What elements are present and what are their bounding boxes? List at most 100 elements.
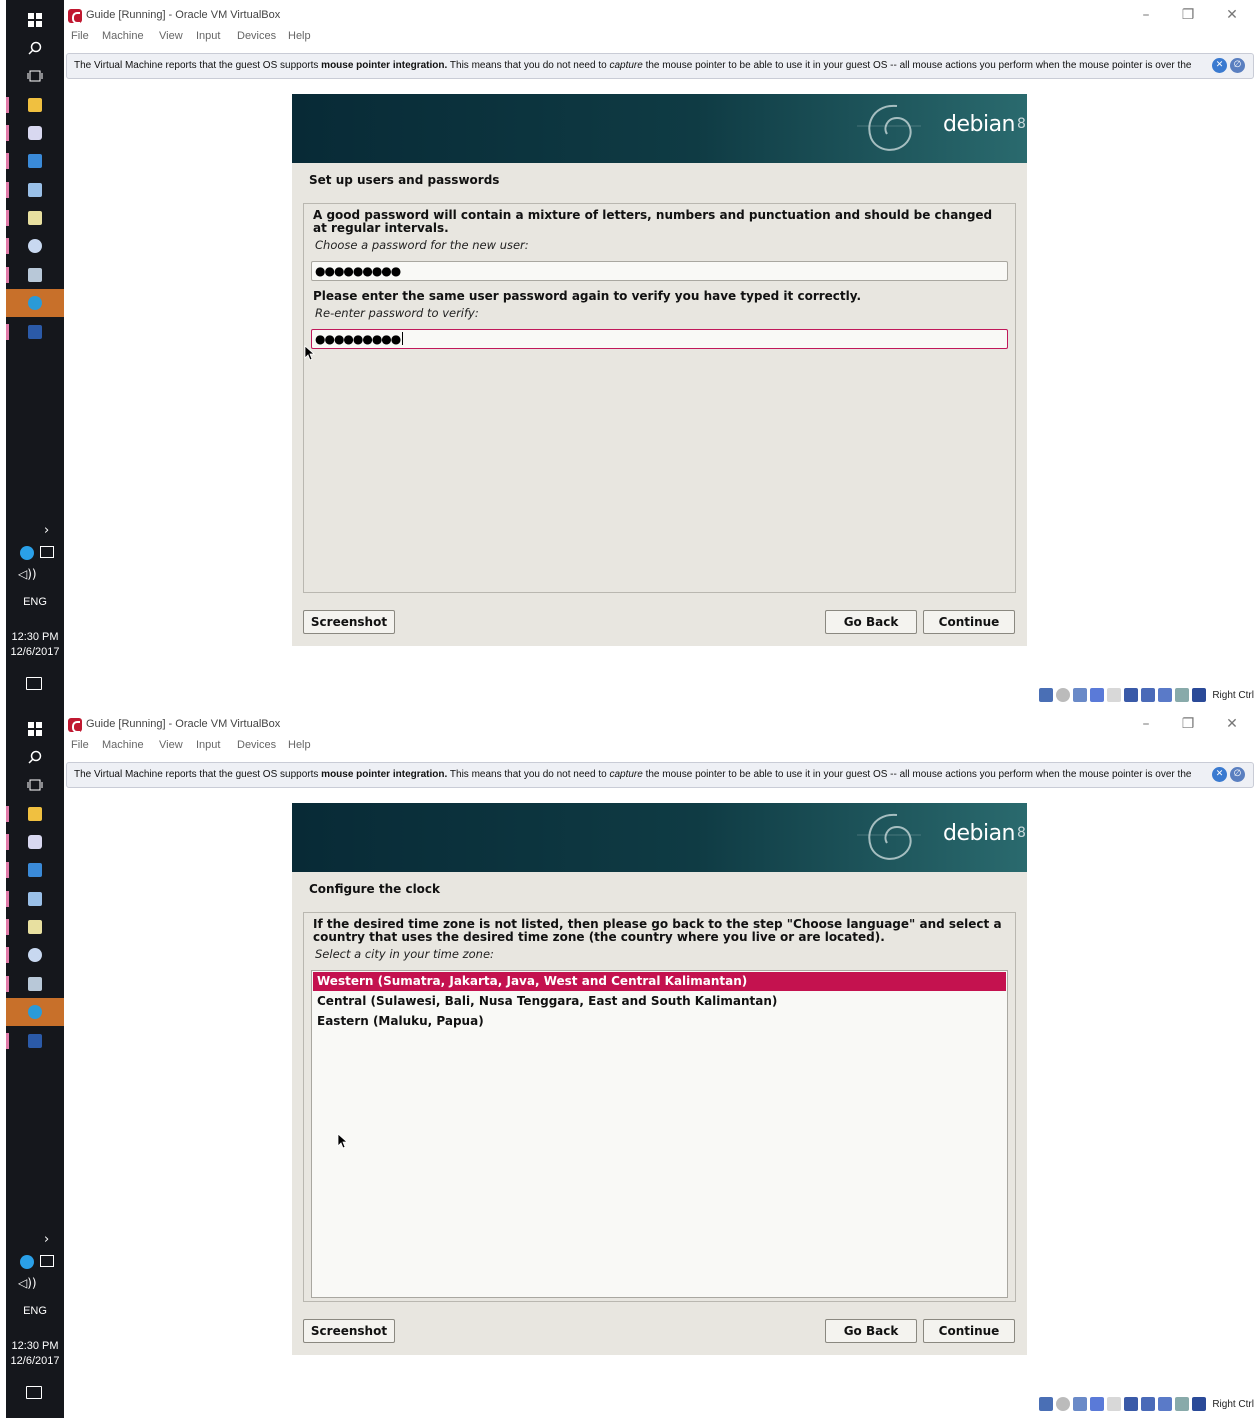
- notice-close-icon[interactable]: ∅: [1230, 58, 1245, 73]
- password-field[interactable]: ●●●●●●●●●: [311, 261, 1008, 281]
- chevron-right-icon[interactable]: ›: [44, 523, 49, 538]
- clock-time[interactable]: 12:30 PM: [6, 630, 64, 645]
- windows-start-icon[interactable]: [6, 715, 64, 743]
- vm-icon[interactable]: [6, 970, 64, 998]
- restore-button[interactable]: ❐: [1178, 6, 1198, 24]
- vm-status-tray: Right Ctrl: [1039, 686, 1254, 704]
- mouse-integration-icon[interactable]: [1192, 1397, 1207, 1411]
- chevron-right-icon[interactable]: ›: [44, 1232, 49, 1247]
- language-indicator[interactable]: ENG: [6, 595, 64, 610]
- display-status-icon[interactable]: [1124, 688, 1139, 702]
- network-icon[interactable]: [20, 546, 34, 560]
- search-icon[interactable]: [6, 743, 64, 771]
- volume-icon[interactable]: ◁)): [18, 1276, 37, 1290]
- volume-icon[interactable]: ◁)): [18, 567, 37, 581]
- control-panel-icon[interactable]: [6, 147, 64, 175]
- audio-icon[interactable]: [1107, 1397, 1122, 1411]
- menu-input[interactable]: Input: [196, 739, 220, 751]
- word-icon[interactable]: [6, 318, 64, 346]
- action-center-icon[interactable]: [26, 1386, 42, 1399]
- search-icon[interactable]: [6, 34, 64, 62]
- go-back-button[interactable]: Go Back: [825, 610, 917, 634]
- screenshot-button[interactable]: Screenshot: [303, 610, 395, 634]
- task-view-icon[interactable]: [6, 62, 64, 90]
- notepad-icon[interactable]: [6, 913, 64, 941]
- hard-disk-icon[interactable]: [1039, 1397, 1054, 1411]
- notice-info-icon[interactable]: ✕: [1212, 58, 1227, 73]
- hard-disk-icon[interactable]: [1039, 688, 1054, 702]
- files-icon[interactable]: [6, 176, 64, 204]
- paint-icon[interactable]: [6, 941, 64, 969]
- screenshot-button[interactable]: Screenshot: [303, 1319, 395, 1343]
- notice-close-icon[interactable]: ∅: [1230, 767, 1245, 782]
- menu-devices[interactable]: Devices: [237, 30, 276, 42]
- menu-input[interactable]: Input: [196, 30, 220, 42]
- cpu-icon[interactable]: [1175, 688, 1190, 702]
- clock-date[interactable]: 12/6/2017: [6, 645, 64, 660]
- continue-button[interactable]: Continue: [923, 1319, 1015, 1343]
- word-icon[interactable]: [6, 1027, 64, 1055]
- network-icon[interactable]: [20, 1255, 34, 1269]
- continue-button[interactable]: Continue: [923, 610, 1015, 634]
- action-center-icon[interactable]: [26, 677, 42, 690]
- shared-folder-icon[interactable]: [1090, 1397, 1105, 1411]
- go-back-button[interactable]: Go Back: [825, 1319, 917, 1343]
- timezone-option-western[interactable]: Western (Sumatra, Jakarta, Java, West an…: [313, 972, 1006, 991]
- menu-devices[interactable]: Devices: [237, 739, 276, 751]
- shared-folder-icon[interactable]: [1090, 688, 1105, 702]
- recording-icon[interactable]: [1158, 688, 1173, 702]
- restore-button[interactable]: ❐: [1178, 715, 1198, 733]
- debian-banner: debian 8: [292, 803, 1027, 872]
- verify-password-field[interactable]: ●●●●●●●●●: [311, 329, 1008, 349]
- timezone-option-central[interactable]: Central (Sulawesi, Bali, Nusa Tenggara, …: [313, 992, 1006, 1011]
- optical-drive-icon[interactable]: [1056, 1397, 1071, 1411]
- task-view-icon[interactable]: [6, 771, 64, 799]
- audio-icon[interactable]: [1107, 688, 1122, 702]
- mouse-integration-icon[interactable]: [1192, 688, 1207, 702]
- password-advice: A good password will contain a mixture o…: [313, 208, 993, 235]
- usb-icon[interactable]: [1073, 1397, 1088, 1411]
- timezone-list[interactable]: Western (Sumatra, Jakarta, Java, West an…: [311, 970, 1008, 1298]
- menu-machine[interactable]: Machine: [102, 739, 144, 751]
- virtualbox-icon[interactable]: [6, 119, 64, 147]
- virtualbox-icon[interactable]: [6, 828, 64, 856]
- windows-start-icon[interactable]: [6, 6, 64, 34]
- vm-icon[interactable]: [6, 261, 64, 289]
- menu-file[interactable]: File: [71, 30, 89, 42]
- files-icon[interactable]: [6, 885, 64, 913]
- usb-icon[interactable]: [1073, 688, 1088, 702]
- menu-view[interactable]: View: [159, 30, 183, 42]
- menu-file[interactable]: File: [71, 739, 89, 751]
- virtualbox-logo-icon: [68, 9, 82, 24]
- display-icon[interactable]: [40, 1255, 54, 1267]
- verify-prompt: Re-enter password to verify:: [315, 306, 479, 320]
- display-icon[interactable]: [40, 546, 54, 558]
- optical-drive-icon[interactable]: [1056, 688, 1071, 702]
- paint-icon[interactable]: [6, 232, 64, 260]
- menu-machine[interactable]: Machine: [102, 30, 144, 42]
- network-status-icon[interactable]: [1141, 1397, 1156, 1411]
- clock-date[interactable]: 12/6/2017: [6, 1354, 64, 1369]
- menu-view[interactable]: View: [159, 739, 183, 751]
- minimize-button[interactable]: –: [1136, 6, 1156, 24]
- menu-help[interactable]: Help: [288, 30, 311, 42]
- telegram-icon[interactable]: [6, 998, 64, 1026]
- file-explorer-icon[interactable]: [6, 800, 64, 828]
- close-button[interactable]: ✕: [1222, 6, 1242, 24]
- menu-help[interactable]: Help: [288, 739, 311, 751]
- notice-info-icon[interactable]: ✕: [1212, 767, 1227, 782]
- cpu-icon[interactable]: [1175, 1397, 1190, 1411]
- network-status-icon[interactable]: [1141, 688, 1156, 702]
- recording-icon[interactable]: [1158, 1397, 1173, 1411]
- close-button[interactable]: ✕: [1222, 715, 1242, 733]
- notice-text: The Virtual Machine reports that the gue…: [74, 60, 1192, 71]
- notepad-icon[interactable]: [6, 204, 64, 232]
- file-explorer-icon[interactable]: [6, 91, 64, 119]
- clock-time[interactable]: 12:30 PM: [6, 1339, 64, 1354]
- control-panel-icon[interactable]: [6, 856, 64, 884]
- timezone-option-eastern[interactable]: Eastern (Maluku, Papua): [313, 1012, 1006, 1031]
- telegram-icon[interactable]: [6, 289, 64, 317]
- display-status-icon[interactable]: [1124, 1397, 1139, 1411]
- language-indicator[interactable]: ENG: [6, 1304, 64, 1319]
- minimize-button[interactable]: –: [1136, 715, 1156, 733]
